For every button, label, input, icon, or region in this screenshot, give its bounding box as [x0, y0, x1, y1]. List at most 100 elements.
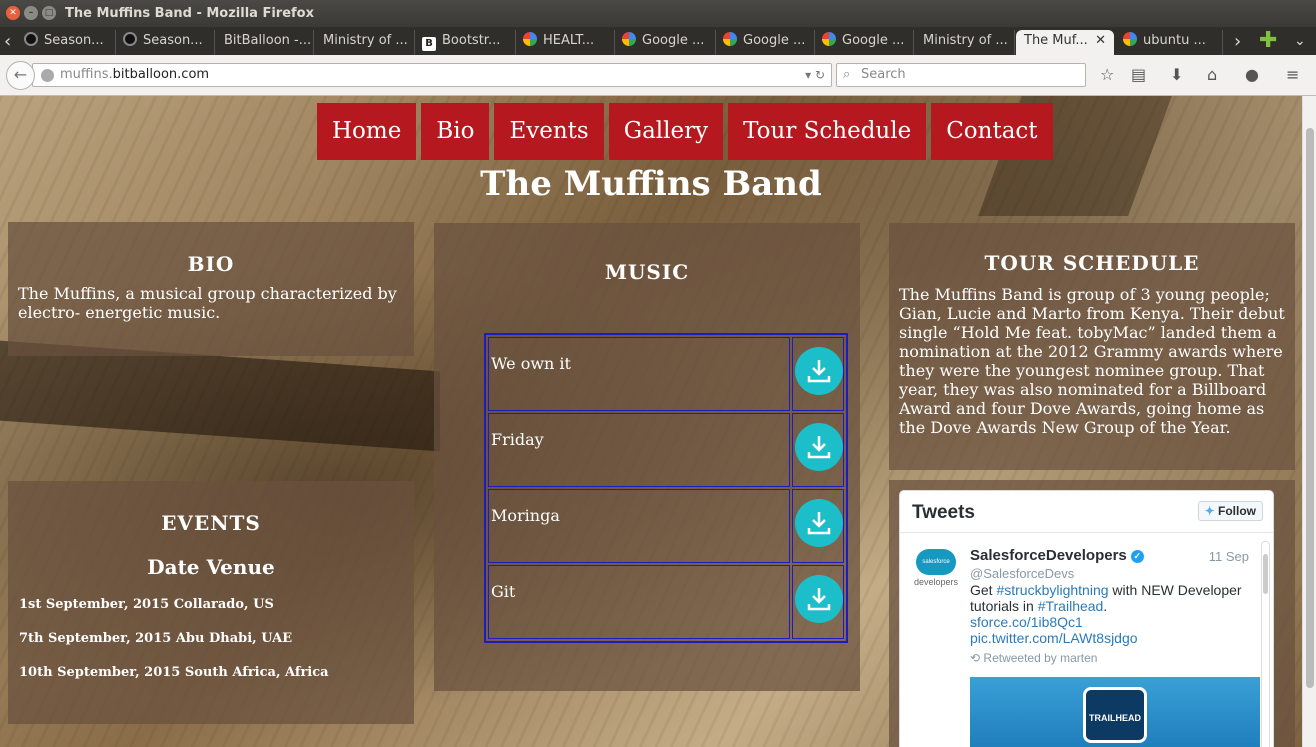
back-button[interactable]: ← [6, 61, 35, 90]
google-icon [622, 32, 636, 46]
menu-hamburger-icon[interactable]: ≡ [1286, 65, 1299, 84]
bio-text: The Muffins, a musical group characteriz… [18, 284, 397, 322]
home-icon[interactable]: ⌂ [1207, 65, 1217, 84]
twitter-header: Tweets ✦ Follow [900, 491, 1273, 533]
url-bar[interactable]: muffins.bitballoon.com ▾ ↻ [32, 63, 832, 87]
tweets-panel: Tweets ✦ Follow salesforce developers Sa… [889, 480, 1295, 747]
tab[interactable]: B Bootstr... [416, 30, 516, 55]
close-tab-icon[interactable]: ✕ [1095, 30, 1106, 51]
track-name: Moringa [488, 489, 790, 563]
search-input[interactable]: ⌕ Search [836, 63, 1086, 87]
hashtag-link[interactable]: #struckbylightning [996, 582, 1108, 598]
event-item: 1st September, 2015 Collarado, US [19, 597, 274, 612]
download-icon[interactable] [794, 347, 843, 395]
google-icon [1123, 32, 1137, 46]
download-cell [791, 565, 844, 639]
tweet-body: Get #struckbylightning with NEW Develope… [970, 582, 1242, 646]
new-tab-plus-icon[interactable]: ✚ [1259, 28, 1277, 53]
music-heading: MUSIC [604, 260, 690, 284]
navigation-toolbar: muffins.bitballoon.com ▾ ↻ ← ⌕ Search ☆ … [0, 55, 1316, 96]
tab[interactable]: Google ... [616, 30, 716, 55]
tabs-scroll-left-icon[interactable]: ‹ [4, 31, 11, 52]
bootstrap-icon: B [422, 37, 436, 51]
site-nav: Home Bio Events Gallery Tour Schedule Co… [317, 103, 1053, 160]
event-item: 7th September, 2015 Abu Dhabi, UAE [19, 631, 293, 646]
url-dropdown-reload[interactable]: ▾ ↻ [805, 64, 825, 86]
reading-list-icon[interactable]: ▤ [1131, 65, 1146, 84]
tab[interactable]: BitBalloon -... [216, 30, 314, 55]
page-scrollbar[interactable] [1302, 96, 1316, 747]
window-close-button[interactable]: ✕ [6, 6, 20, 20]
tweet-image[interactable]: TRAILHEAD [970, 677, 1260, 747]
downloads-icon[interactable]: ⬇ [1170, 65, 1183, 84]
nav-events[interactable]: Events [494, 103, 604, 160]
download-cell [791, 413, 844, 487]
background-piano-shadow [0, 340, 440, 452]
back-arrow-icon: ← [13, 65, 28, 84]
widget-scrollbar[interactable] [1261, 541, 1270, 747]
tab[interactable]: Google ... [717, 30, 815, 55]
hashtag-link[interactable]: #Trailhead [1038, 598, 1104, 614]
tab[interactable]: Season... [117, 30, 215, 55]
bio-heading: BIO [187, 252, 235, 276]
reload-icon[interactable]: ↻ [815, 68, 825, 82]
retweet-info: ⟲ Retweeted by marten [970, 651, 1098, 665]
tweet-author[interactable]: SalesforceDevelopers ✓ [970, 547, 1144, 564]
widget-scrollbar-thumb[interactable] [1263, 554, 1268, 594]
track-name: Friday [488, 413, 790, 487]
page-title: The Muffins Band [480, 164, 822, 204]
window-minimize-button[interactable]: – [24, 6, 38, 20]
google-icon [723, 32, 737, 46]
tab[interactable]: ubuntu ... [1117, 30, 1223, 55]
nav-tour-schedule[interactable]: Tour Schedule [728, 103, 927, 160]
tab[interactable]: HEALT... [517, 30, 615, 55]
chevron-down-icon[interactable]: ▾ [805, 68, 811, 82]
tab-list-chevron-icon[interactable]: ⌄ [1294, 33, 1306, 49]
github-icon [24, 32, 38, 46]
events-heading: EVENTS [161, 511, 261, 535]
page-scrollbar-thumb[interactable] [1306, 128, 1314, 688]
tweet-pic-link[interactable]: pic.twitter.com/LAWt8sjdgo [970, 630, 1138, 646]
table-row: Friday [487, 412, 845, 488]
tabs-scroll-right-icon[interactable]: › [1234, 31, 1241, 52]
download-icon[interactable] [794, 499, 843, 547]
window-title: The Muffins Band - Mozilla Firefox [65, 6, 314, 21]
download-icon[interactable] [794, 423, 843, 471]
chat-icon[interactable]: ● [1245, 65, 1259, 84]
tracks-table: We own it Friday Moringa Git [484, 333, 848, 643]
nav-bio[interactable]: Bio [421, 103, 490, 160]
bookmark-star-icon[interactable]: ☆ [1100, 65, 1114, 84]
tab[interactable]: Google ... [816, 30, 914, 55]
nav-home[interactable]: Home [317, 103, 417, 160]
globe-icon [41, 69, 54, 82]
verified-badge-icon: ✓ [1130, 550, 1144, 563]
avatar[interactable]: salesforce developers [910, 549, 962, 587]
github-icon [123, 32, 137, 46]
web-page: Home Bio Events Gallery Tour Schedule Co… [0, 96, 1302, 747]
tweet-link[interactable]: sforce.co/1ib8Qc1 [970, 614, 1083, 630]
table-row: We own it [487, 336, 845, 412]
tweet-date[interactable]: 11 Sep [1209, 549, 1249, 564]
nav-gallery[interactable]: Gallery [608, 103, 724, 160]
url-text[interactable]: muffins.bitballoon.com [60, 64, 209, 86]
tab-active[interactable]: The Muf... ✕ [1016, 30, 1114, 55]
tour-panel: TOUR SCHEDULE The Muffins Band is group … [889, 223, 1295, 470]
follow-button[interactable]: ✦ Follow [1197, 501, 1263, 521]
tweets-title: Tweets [912, 502, 976, 523]
window-maximize-button[interactable]: □ [42, 6, 56, 20]
download-cell [791, 337, 844, 411]
avatar-label: developers [913, 577, 959, 587]
tab[interactable]: Ministry of ... [915, 30, 1015, 55]
download-icon[interactable] [794, 575, 843, 623]
tab[interactable]: Ministry of ... [315, 30, 415, 55]
salesforce-logo-icon: salesforce [916, 549, 956, 575]
table-row: Git [487, 564, 845, 640]
nav-contact[interactable]: Contact [931, 103, 1053, 160]
bio-panel: BIO The Muffins, a musical group charact… [8, 222, 414, 356]
google-icon [523, 32, 537, 46]
tab[interactable]: Season... [18, 30, 116, 55]
event-item: 10th September, 2015 South Africa, Afric… [19, 665, 329, 680]
tab-bar: ‹ Season... Season... BitBalloon -... Mi… [0, 27, 1316, 55]
music-panel: MUSIC We own it Friday Moringa Git [434, 223, 860, 691]
tweet-handle[interactable]: @SalesforceDevs [970, 566, 1074, 581]
